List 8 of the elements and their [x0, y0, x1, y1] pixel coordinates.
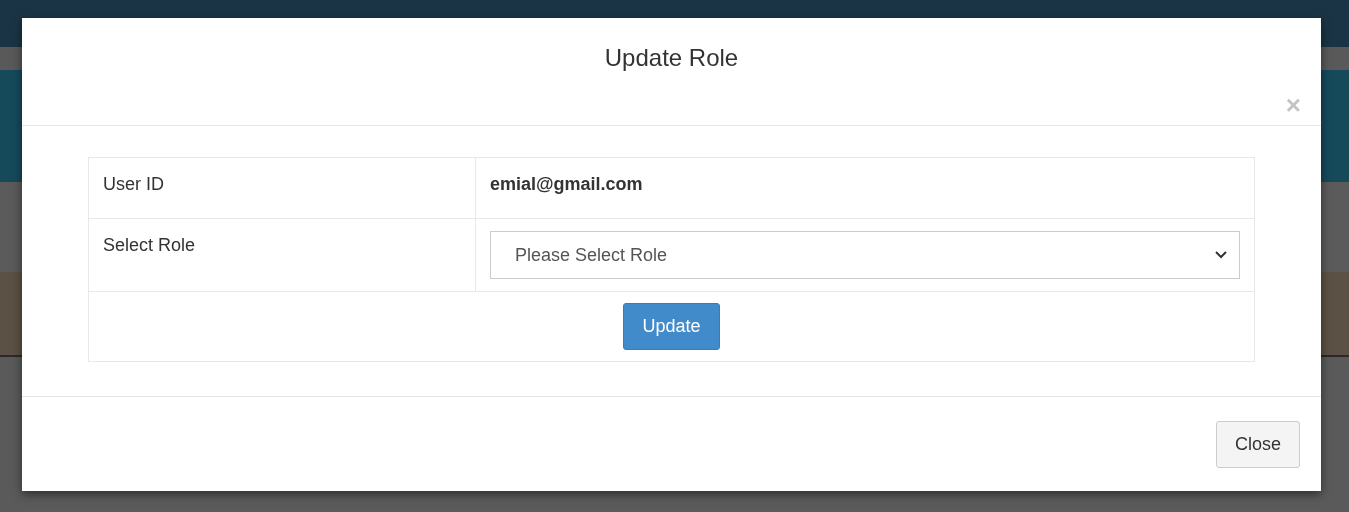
modal-title: Update Role	[604, 44, 739, 72]
user-id-value: emial@gmail.com	[490, 174, 643, 194]
field-label: User ID	[103, 174, 164, 194]
field-label: Select Role	[103, 235, 196, 255]
update-button[interactable]: Update	[623, 303, 720, 350]
close-button[interactable]: Close	[1215, 420, 1300, 468]
role-select[interactable]: Please Select Role	[490, 231, 1240, 279]
chevron-down-icon	[1215, 251, 1227, 259]
